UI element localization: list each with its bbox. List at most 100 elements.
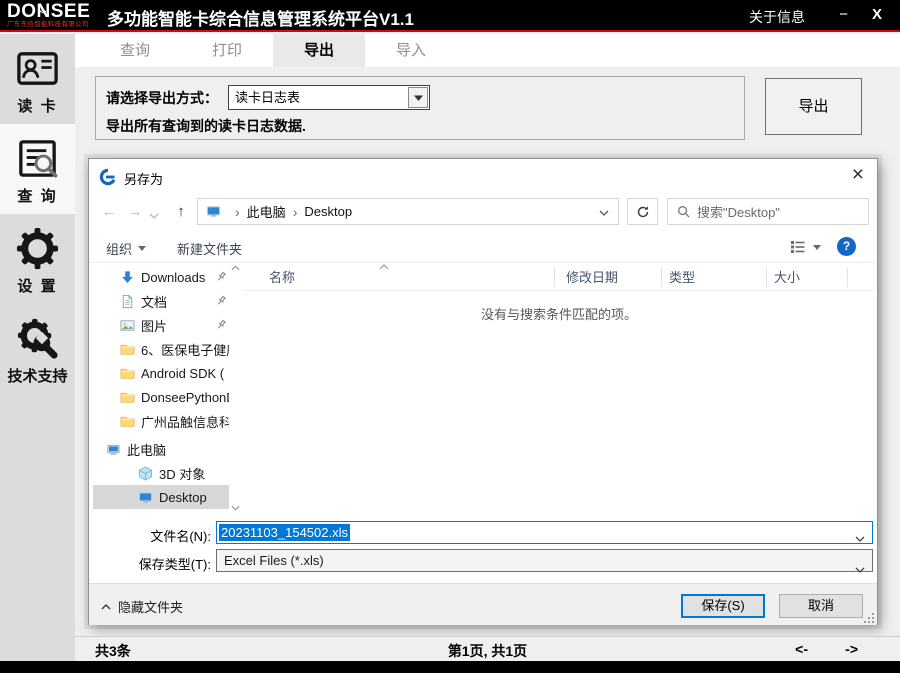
tree-item-folder-guangzhou[interactable]: 广州品触信息科 — [93, 409, 229, 433]
dialog-close-icon[interactable]: × — [852, 162, 864, 188]
tab-import[interactable]: 导入 — [365, 34, 457, 67]
antenna-icon — [38, 1, 48, 19]
filename-dropdown-icon[interactable] — [855, 530, 865, 545]
app-logo: DONSEE 广东东信智能科技有限公司 — [7, 2, 103, 29]
tree-item-folder-donsee-python[interactable]: DonseePythonD — [93, 385, 229, 409]
tree-scrollbar[interactable] — [230, 265, 242, 511]
app-title: 多功能智能卡综合信息管理系统平台V1.1 — [107, 5, 414, 30]
minimize-button[interactable]: − — [839, 6, 848, 23]
pin-icon — [215, 295, 227, 307]
help-button[interactable]: ? — [837, 237, 856, 256]
folder-tree: Downloads 文档 图片 6、医保电子健康 Android SDK ( — [93, 265, 229, 509]
filename-label: 文件名(N): — [89, 526, 211, 545]
column-header-type[interactable]: 类型 — [669, 266, 695, 289]
prev-page-button[interactable]: <- — [795, 641, 808, 657]
address-dropdown-icon[interactable] — [599, 204, 609, 219]
filename-input[interactable]: 20231103_154502.xls — [216, 521, 873, 544]
dialog-title: 另存为 — [124, 169, 163, 188]
nav-up-icon[interactable]: ↑ — [169, 198, 193, 225]
folder-icon — [120, 390, 135, 405]
export-button[interactable]: 导出 — [765, 78, 862, 135]
cancel-button[interactable]: 取消 — [779, 594, 863, 618]
tab-query[interactable]: 查询 — [89, 34, 181, 67]
nav-history-chevron-icon[interactable] — [149, 207, 165, 217]
scroll-down-icon — [231, 505, 240, 511]
column-divider — [661, 268, 662, 287]
pin-icon — [215, 271, 227, 283]
tree-item-this-pc[interactable]: 此电脑 — [93, 437, 229, 461]
refresh-button[interactable] — [627, 198, 658, 225]
pin-icon — [215, 319, 227, 331]
column-header-size[interactable]: 大小 — [774, 266, 800, 289]
sidebar-item-query[interactable]: 查 询 — [0, 124, 75, 214]
pictures-icon — [120, 318, 135, 333]
card-reader-icon — [14, 45, 61, 92]
column-header-date-modified[interactable]: 修改日期 — [566, 266, 618, 289]
next-page-button[interactable]: -> — [845, 641, 858, 657]
dropdown-arrow-icon[interactable] — [408, 87, 428, 108]
sidebar-item-settings[interactable]: 设 置 — [0, 214, 75, 304]
resize-grip[interactable] — [864, 613, 874, 623]
sidebar-item-tech-support[interactable]: 技术支持 — [0, 304, 75, 394]
app-titlebar: DONSEE 广东东信智能科技有限公司 多功能智能卡综合信息管理系统平台V1.1… — [0, 0, 900, 32]
tree-item-folder-yibao[interactable]: 6、医保电子健康 — [93, 337, 229, 361]
sidebar-item-read-card[interactable]: 读 卡 — [0, 34, 75, 124]
tree-item-documents[interactable]: 文档 — [93, 289, 229, 313]
save-button[interactable]: 保存(S) — [681, 594, 765, 618]
nav-back-icon[interactable]: ← — [97, 198, 121, 225]
savetype-dropdown-icon[interactable] — [855, 558, 865, 579]
tab-bar: 查询 打印 导出 导入 — [75, 34, 900, 67]
folder-icon — [120, 414, 135, 429]
address-bar[interactable]: › 此电脑 › Desktop — [197, 198, 619, 225]
refresh-icon — [636, 205, 650, 219]
cube-icon — [138, 466, 153, 481]
sidebar: 读 卡 查 询 设 置 技术支持 — [0, 34, 75, 661]
search-input[interactable]: 搜索"Desktop" — [667, 198, 869, 225]
save-as-dialog: 另存为 × ← → ↑ › 此电脑 › Desktop 搜索"Desktop" … — [88, 158, 878, 625]
search-placeholder: 搜索"Desktop" — [697, 202, 780, 221]
tree-item-pictures[interactable]: 图片 — [93, 313, 229, 337]
window-bottom-edge — [0, 661, 900, 673]
tree-item-folder-android-sdk[interactable]: Android SDK ( — [93, 361, 229, 385]
tab-print[interactable]: 打印 — [181, 34, 273, 67]
column-header-name[interactable]: 名称 — [269, 266, 295, 289]
sort-ascending-icon — [379, 258, 389, 273]
column-divider — [847, 268, 848, 287]
download-icon — [120, 270, 135, 285]
tab-export[interactable]: 导出 — [273, 34, 365, 67]
view-mode-button[interactable] — [790, 240, 821, 254]
nav-forward-icon[interactable]: → — [123, 198, 147, 225]
tree-item-desktop[interactable]: Desktop — [93, 485, 229, 509]
breadcrumb-desktop[interactable]: Desktop — [304, 204, 352, 219]
empty-results-message: 没有与搜索条件匹配的项。 — [243, 304, 875, 323]
scroll-up-icon — [231, 265, 240, 271]
tree-item-downloads[interactable]: Downloads — [93, 265, 229, 289]
app-dialog-icon — [99, 168, 117, 186]
new-folder-button[interactable]: 新建文件夹 — [177, 239, 242, 258]
status-bar: 共3条 第1页, 共1页 <- -> — [75, 636, 900, 661]
desktop-icon — [138, 490, 153, 505]
dialog-footer: 隐藏文件夹 保存(S) 取消 — [89, 583, 877, 625]
app-window: DONSEE 广东东信智能科技有限公司 多功能智能卡综合信息管理系统平台V1.1… — [0, 0, 900, 673]
column-divider — [554, 268, 555, 287]
filename-selected-text: 20231103_154502.xls — [219, 524, 350, 541]
tree-item-3d-objects[interactable]: 3D 对象 — [93, 461, 229, 485]
header-divider — [243, 290, 875, 291]
caret-down-icon — [138, 246, 146, 251]
this-pc-icon — [206, 204, 221, 219]
breadcrumb-separator: › — [235, 204, 240, 220]
about-button[interactable]: 关于信息 — [749, 7, 805, 27]
page-indicator: 第1页, 共1页 — [75, 641, 900, 661]
dialog-command-bar: 组织 新建文件夹 ? — [89, 232, 877, 263]
computer-icon — [106, 442, 121, 457]
breadcrumb-this-pc[interactable]: 此电脑 — [247, 202, 286, 221]
company-name: 广东东信智能科技有限公司 — [7, 21, 103, 29]
hide-folders-button[interactable]: 隐藏文件夹 — [101, 597, 183, 616]
close-button[interactable]: X — [872, 6, 882, 23]
export-mode-select[interactable]: 读卡日志表 — [228, 85, 430, 110]
organize-button[interactable]: 组织 — [106, 239, 146, 258]
savetype-select[interactable]: Excel Files (*.xls) — [216, 549, 873, 572]
gear-wrench-icon — [14, 315, 61, 362]
search-doc-icon — [14, 135, 61, 182]
document-icon — [120, 294, 135, 309]
